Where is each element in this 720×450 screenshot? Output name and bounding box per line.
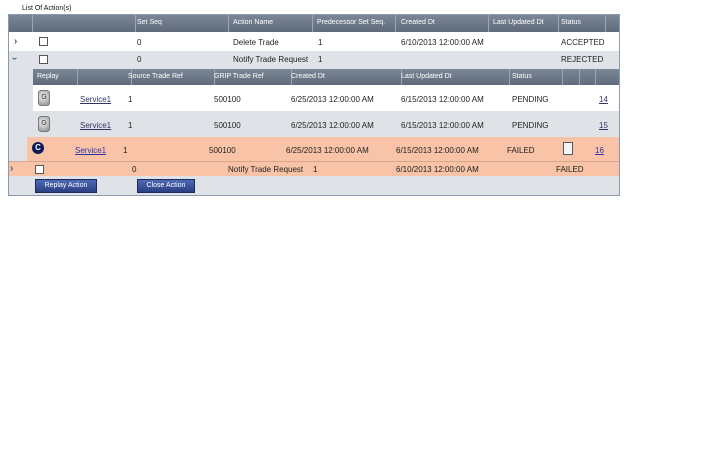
replay-disabled-icon: G [38,90,50,106]
col-created-dt[interactable]: Created Dt [401,19,435,26]
col-last-updated-dt[interactable]: Last Updated Dt [493,19,544,26]
row-checkbox[interactable] [39,37,48,46]
grid-footer: Replay Action Close Action [9,176,619,195]
service-link[interactable]: Service1 [80,95,111,104]
cell-source-trade-ref: 1 [128,95,133,104]
service-link[interactable]: Service1 [75,146,106,155]
grid-header: Set Seq Action Name Predecessor Set Seq.… [9,15,619,32]
cell-set-seq: 0 [132,165,137,174]
table-row[interactable]: › 0 Delete Trade 1 6/10/2013 12:00:00 AM… [9,33,619,52]
cell-predecessor: 1 [318,55,323,64]
row-number-link[interactable]: 16 [595,146,604,155]
collapse-chevron-icon[interactable]: › [9,57,20,60]
cell-updated-dt: 6/15/2013 12:00:00 AM [396,146,479,155]
sub-table-row[interactable]: G Service1 1 500100 6/25/2013 12:00:00 A… [33,85,619,111]
col-status[interactable]: Status [561,19,581,26]
replay-action-button[interactable]: Replay Action [35,179,97,193]
sub-table-row-failed[interactable]: C Service1 1 500100 6/25/2013 12:00:00 A… [27,137,619,161]
cell-status: FAILED [556,165,584,174]
close-action-button[interactable]: Close Action [137,179,195,193]
cell-action-name: Notify Trade Request [233,55,309,64]
clipboard-icon[interactable] [563,142,573,155]
replay-disabled-icon: G [38,116,50,132]
cell-action-name: Delete Trade [233,38,279,47]
cell-created-dt: 6/10/2013 12:00:00 AM [396,165,479,174]
subcol-replay[interactable]: Replay [37,73,59,80]
cell-created-dt: 6/25/2013 12:00:00 AM [286,146,369,155]
cell-predecessor: 1 [318,38,323,47]
cell-set-seq: 0 [137,55,142,64]
cell-created-dt: 6/10/2013 12:00:00 AM [401,38,484,47]
cell-status: FAILED [507,146,535,155]
cell-action-name: Notify Trade Request [228,165,304,174]
cell-grip-trade-ref: 500100 [214,121,241,130]
actions-grid: Set Seq Action Name Predecessor Set Seq.… [8,14,620,196]
cell-grip-trade-ref: 500100 [209,146,236,155]
cell-status: REJECTED [561,55,604,64]
expand-chevron-icon[interactable]: › [14,36,17,47]
cell-status: PENDING [512,121,549,130]
cell-source-trade-ref: 1 [128,121,133,130]
cell-source-trade-ref: 1 [123,146,128,155]
cell-set-seq: 0 [137,38,142,47]
table-row-failed[interactable]: › 0 Notify Trade Request 1 6/10/2013 12:… [9,161,619,177]
cell-status: ACCEPTED [561,38,605,47]
replay-icon[interactable]: C [32,142,44,154]
table-row[interactable]: › 0 Notify Trade Request 1 REJECTED [9,51,619,68]
col-set-seq[interactable]: Set Seq [137,19,162,26]
cell-status: PENDING [512,95,549,104]
expand-chevron-icon[interactable]: › [10,163,13,174]
row-checkbox[interactable] [35,165,44,174]
row-number-link[interactable]: 15 [599,121,608,130]
cell-grip-trade-ref: 500100 [214,95,241,104]
cell-created-dt: 6/25/2013 12:00:00 AM [291,121,374,130]
subcol-status[interactable]: Status [512,73,532,80]
subcol-created-dt[interactable]: Created Dt [291,73,325,80]
sub-table-row[interactable]: G Service1 1 500100 6/25/2013 12:00:00 A… [33,111,619,137]
subgrid-header: Replay Source Trade Ref GRIP Trade Ref C… [33,69,619,85]
page-title: List Of Action(s) [22,5,72,12]
cell-predecessor: 1 [313,165,318,174]
col-predecessor[interactable]: Predecessor Set Seq. [317,19,385,26]
service-link[interactable]: Service1 [80,121,111,130]
row-checkbox[interactable] [39,55,48,64]
cell-updated-dt: 6/15/2013 12:00:00 AM [401,95,484,104]
col-action-name[interactable]: Action Name [233,19,273,26]
subcol-grip-trade-ref[interactable]: GRIP Trade Ref [214,73,264,80]
subcol-source-trade-ref[interactable]: Source Trade Ref [128,73,183,80]
cell-created-dt: 6/25/2013 12:00:00 AM [291,95,374,104]
subcol-last-updated-dt[interactable]: Last Updated Dt [401,73,452,80]
row-number-link[interactable]: 14 [599,95,608,104]
cell-updated-dt: 6/15/2013 12:00:00 AM [401,121,484,130]
